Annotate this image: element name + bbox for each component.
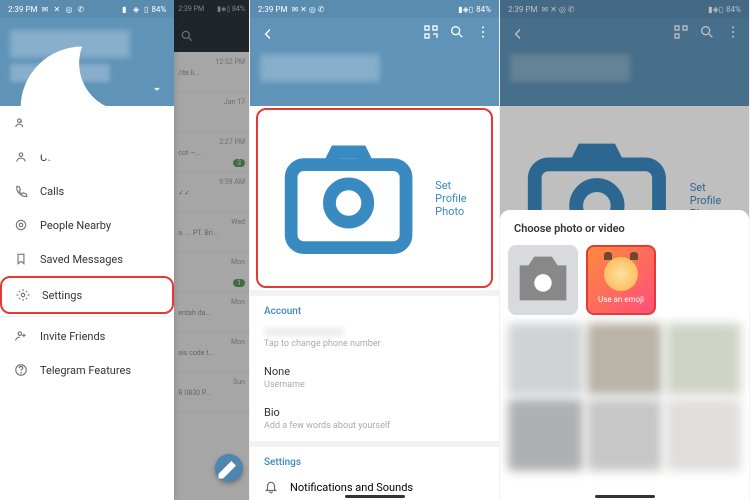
battery-pct: 84%: [151, 5, 166, 14]
notif-icon: ✉: [41, 5, 49, 13]
chat-list-background: 2:39 PM▮◈▯ 84% 12:52 PM/ite li... Jan 17…: [174, 0, 249, 500]
section-settings: Settings: [250, 447, 499, 472]
gear-icon: [16, 288, 30, 302]
battery-icon: ▯: [144, 5, 148, 14]
more-icon[interactable]: [475, 24, 491, 40]
wa-icon: ✆: [77, 5, 85, 13]
compose-fab[interactable]: [215, 454, 243, 482]
gallery-thumb[interactable]: [587, 399, 662, 471]
screenshot-2: 2:39 PM✉ ✕ ◎ ✆ ▮◈▯84% Set Profile Photo …: [250, 0, 500, 500]
bio-field[interactable]: Bio Add a few words about yourself: [250, 400, 499, 441]
divider: [0, 316, 174, 317]
drawer-item-saved[interactable]: Saved Messages: [0, 242, 174, 276]
status-bar: 2:39 PM✉ ✕ ◎ ✆ ▮◈▯84%: [500, 0, 749, 18]
ig-icon: ◎: [65, 5, 73, 13]
phone-field[interactable]: Tap to change phone number: [250, 321, 499, 359]
nav-drawer: 2:39 PM ✉ ✕ ◎ ✆ ▮ ◈ ▯ 84%: [0, 0, 174, 500]
settings-header: [500, 18, 749, 106]
screenshot-3: 2:39 PM✉ ✕ ◎ ✆ ▮◈▯84% Set Profile Photo …: [500, 0, 750, 500]
wifi-icon: ◈: [133, 5, 141, 13]
photo-picker-sheet: Choose photo or video Use an emoji: [500, 210, 749, 500]
status-bar: 2:39 PM ✉ ✕ ◎ ✆ ▮ ◈ ▯ 84%: [0, 0, 174, 18]
chevron-down-icon[interactable]: [150, 81, 164, 100]
profile-name-redacted: [510, 54, 630, 82]
sheet-title: Choose photo or video: [508, 220, 741, 245]
qr-icon[interactable]: [673, 24, 689, 40]
search-icon[interactable]: [449, 24, 465, 40]
gallery-grid: [508, 323, 741, 471]
more-icon[interactable]: [725, 24, 741, 40]
profile-name-redacted: [10, 30, 130, 58]
search-icon[interactable]: [699, 24, 715, 40]
drawer-item-invite[interactable]: Invite Friends: [0, 319, 174, 353]
drawer-header: [0, 18, 174, 106]
drawer-item-settings[interactable]: Settings: [0, 276, 174, 314]
gallery-thumb[interactable]: [587, 323, 662, 395]
screenshot-1: 2:39 PM ✉ ✕ ◎ ✆ ▮ ◈ ▯ 84%: [0, 0, 250, 500]
gallery-thumb[interactable]: [666, 399, 741, 471]
profile-phone-redacted: [10, 64, 110, 82]
emoji-preview-icon: [604, 257, 638, 291]
profile-name-redacted: [260, 54, 380, 82]
drawer-item-features[interactable]: Telegram Features: [0, 353, 174, 387]
nearby-icon: [14, 218, 28, 232]
back-icon[interactable]: [260, 26, 276, 42]
settings-header: [250, 18, 499, 106]
gallery-thumb[interactable]: [508, 399, 583, 471]
status-time: 2:39 PM: [8, 5, 37, 14]
username-field[interactable]: None Username: [250, 359, 499, 400]
gallery-thumb[interactable]: [508, 323, 583, 395]
bookmark-icon: [14, 252, 28, 266]
add-user-icon: [14, 329, 28, 343]
set-profile-photo-button[interactable]: Set Profile Photo: [256, 108, 493, 288]
section-account: Account: [250, 296, 499, 321]
drawer-item-nearby[interactable]: People Nearby: [0, 208, 174, 242]
camera-tile[interactable]: [508, 245, 578, 315]
qr-icon[interactable]: [423, 24, 439, 40]
signal-icon: ▮: [122, 5, 130, 13]
help-icon: [14, 363, 28, 377]
status-bar: 2:39 PM✉ ✕ ◎ ✆ ▮◈▯84%: [250, 0, 499, 18]
camera-icon: [272, 120, 425, 276]
back-icon[interactable]: [510, 26, 526, 42]
use-emoji-tile[interactable]: Use an emoji: [586, 245, 656, 315]
gallery-thumb[interactable]: [666, 323, 741, 395]
twitter-icon: ✕: [53, 5, 61, 13]
